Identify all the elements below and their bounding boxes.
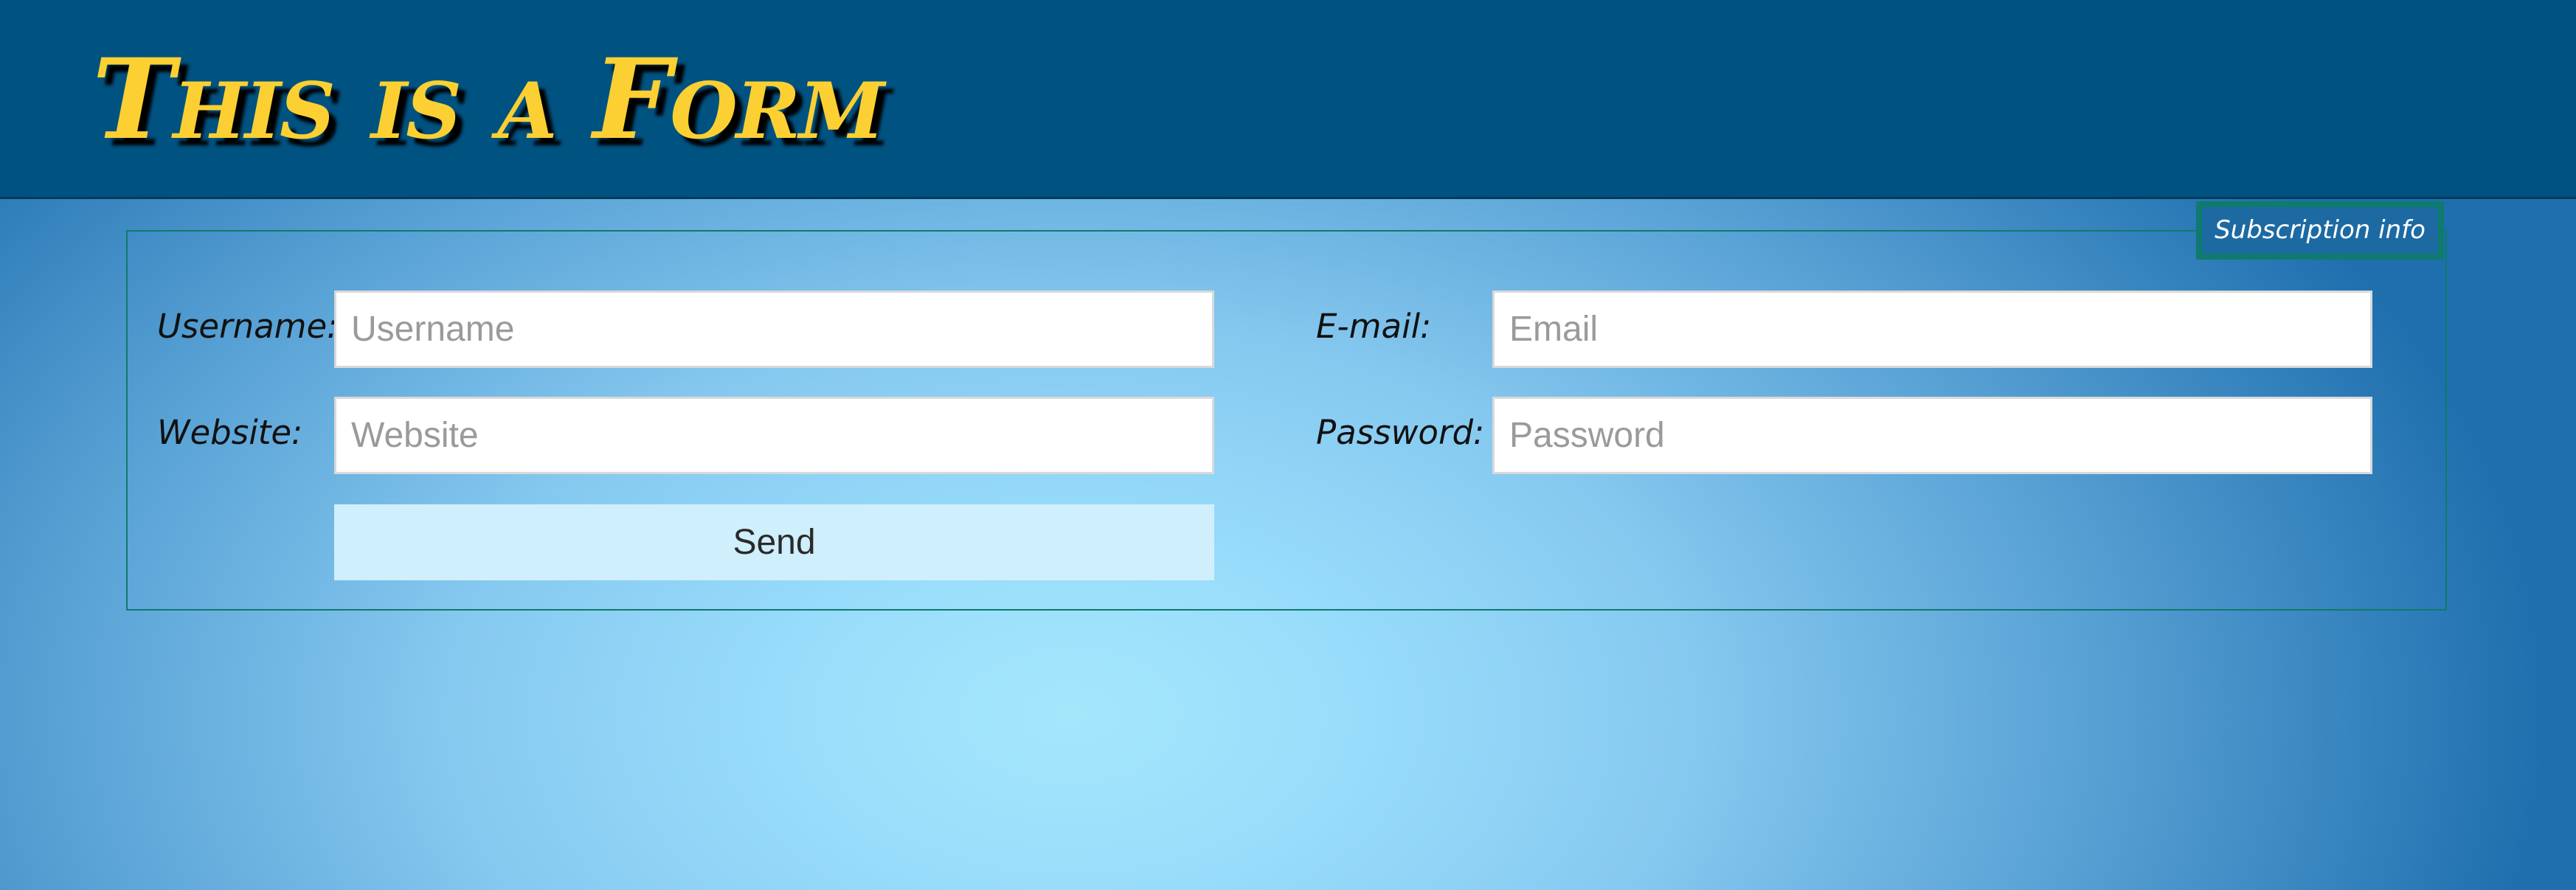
page-title: This is a Form xyxy=(92,35,884,164)
password-input[interactable] xyxy=(1492,397,2372,474)
website-input[interactable] xyxy=(334,397,1214,474)
fieldset-legend: Subscription info xyxy=(2196,201,2444,260)
username-label: Username: xyxy=(157,307,339,346)
send-button[interactable]: Send xyxy=(334,504,1214,580)
email-label: E-mail: xyxy=(1316,307,1432,346)
password-label: Password: xyxy=(1316,413,1485,452)
website-label: Website: xyxy=(157,413,303,452)
email-input[interactable] xyxy=(1492,291,2372,368)
username-input[interactable] xyxy=(334,291,1214,368)
page-header: This is a Form xyxy=(0,0,2576,199)
